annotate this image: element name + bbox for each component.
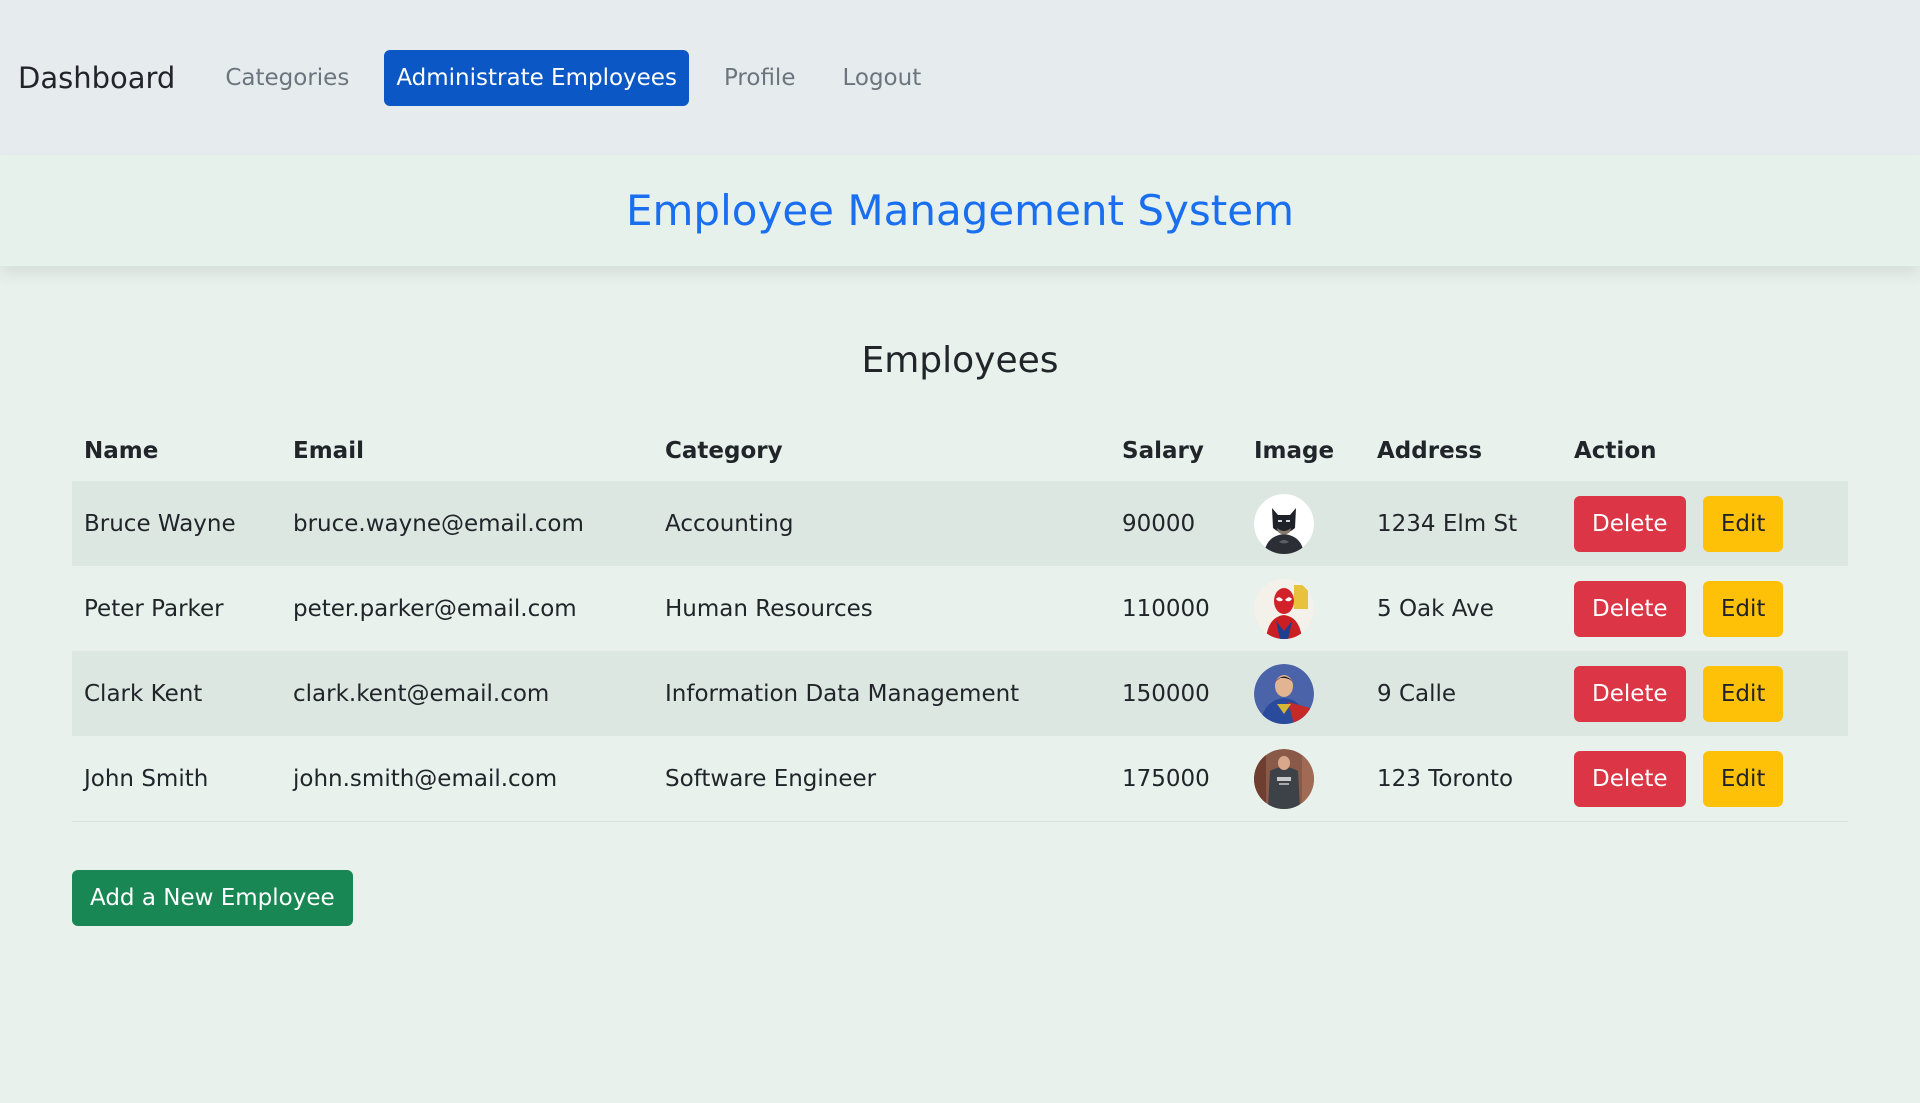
employee-salary: 110000: [1122, 595, 1210, 622]
table-header: Name Email Category Salary Image Address…: [72, 421, 1848, 481]
employee-email: peter.parker@email.com: [293, 595, 577, 622]
column-header-action: Action: [1574, 438, 1657, 464]
employee-address: 123 Toronto: [1365, 736, 1562, 822]
employee-email: bruce.wayne@email.com: [293, 510, 584, 537]
delete-button[interactable]: Delete: [1574, 750, 1686, 807]
top-navbar: Dashboard Categories Administrate Employ…: [0, 0, 1920, 155]
column-header-address: Address: [1377, 438, 1483, 464]
employee-email: john.smith@email.com: [281, 736, 653, 822]
employee-category: Accounting: [665, 510, 794, 537]
nav-logout-link[interactable]: Logout: [830, 50, 933, 106]
employees-table: Name Email Category Salary Image Address…: [72, 421, 1848, 822]
nav-categories-link[interactable]: Categories: [213, 50, 361, 106]
employee-category: Information Data Management: [665, 680, 1020, 707]
employee-actions: Delete Edit: [1562, 566, 1848, 651]
batman-avatar-icon: [1254, 493, 1314, 554]
employee-name: John Smith: [72, 736, 281, 822]
employee-actions: Delete Edit: [1562, 651, 1848, 736]
superman-avatar-icon: [1254, 663, 1314, 724]
column-header-salary: Salary: [1122, 438, 1204, 464]
employee-salary: 175000: [1110, 736, 1242, 822]
delete-button[interactable]: Delete: [1574, 495, 1686, 552]
table-row: Clark Kent clark.kent@email.com Informat…: [72, 651, 1848, 736]
column-header-name: Name: [84, 438, 159, 464]
column-header-category: Category: [665, 438, 783, 464]
delete-button[interactable]: Delete: [1574, 665, 1686, 722]
employee-image-cell: [1242, 736, 1365, 822]
delete-button[interactable]: Delete: [1574, 580, 1686, 637]
section-title: Employees: [861, 340, 1059, 381]
employee-name: Bruce Wayne: [84, 510, 236, 537]
employee-email: clark.kent@email.com: [293, 680, 550, 707]
employee-category: Software Engineer: [653, 736, 1110, 822]
column-header-image: Image: [1254, 438, 1335, 464]
employee-image-cell: [1242, 481, 1365, 566]
employee-image-cell: [1242, 566, 1365, 651]
employee-name: Clark Kent: [84, 680, 203, 707]
employee-name: Peter Parker: [84, 595, 224, 622]
table-row: Bruce Wayne bruce.wayne@email.com Accoun…: [72, 481, 1848, 566]
add-new-employee-button[interactable]: Add a New Employee: [72, 870, 353, 926]
employee-address: 9 Calle: [1377, 680, 1457, 707]
nav-profile-link[interactable]: Profile: [712, 50, 808, 106]
dashboard-brand-link[interactable]: Dashboard: [18, 61, 175, 95]
employee-image-cell: [1242, 651, 1365, 736]
nav-administrate-employees-link[interactable]: Administrate Employees: [384, 49, 689, 106]
table-header-row: Name Email Category Salary Image Address…: [72, 421, 1848, 481]
employee-address: 5 Oak Ave: [1377, 595, 1494, 622]
table-row: John Smith john.smith@email.com Software…: [72, 736, 1848, 822]
employee-address: 1234 Elm St: [1377, 510, 1518, 537]
header-bar: Employee Management System: [0, 155, 1920, 266]
employees-table-container: Name Email Category Salary Image Address…: [72, 421, 1848, 822]
edit-button[interactable]: Edit: [1702, 665, 1784, 722]
page-title: Employee Management System: [625, 186, 1294, 235]
table-body: Bruce Wayne bruce.wayne@email.com Accoun…: [72, 481, 1848, 822]
edit-button[interactable]: Edit: [1702, 580, 1784, 637]
employee-category: Human Resources: [665, 595, 873, 622]
person-avatar-icon: [1254, 748, 1314, 809]
edit-button[interactable]: Edit: [1702, 495, 1784, 552]
column-header-email: Email: [293, 438, 364, 464]
employee-salary: 150000: [1122, 680, 1210, 707]
edit-button[interactable]: Edit: [1702, 750, 1784, 807]
spiderman-avatar-icon: [1254, 578, 1314, 639]
employee-actions: Delete Edit: [1562, 736, 1848, 822]
employee-salary: 90000: [1122, 510, 1196, 537]
employee-actions: Delete Edit: [1562, 481, 1848, 566]
table-row: Peter Parker peter.parker@email.com Huma…: [72, 566, 1848, 651]
